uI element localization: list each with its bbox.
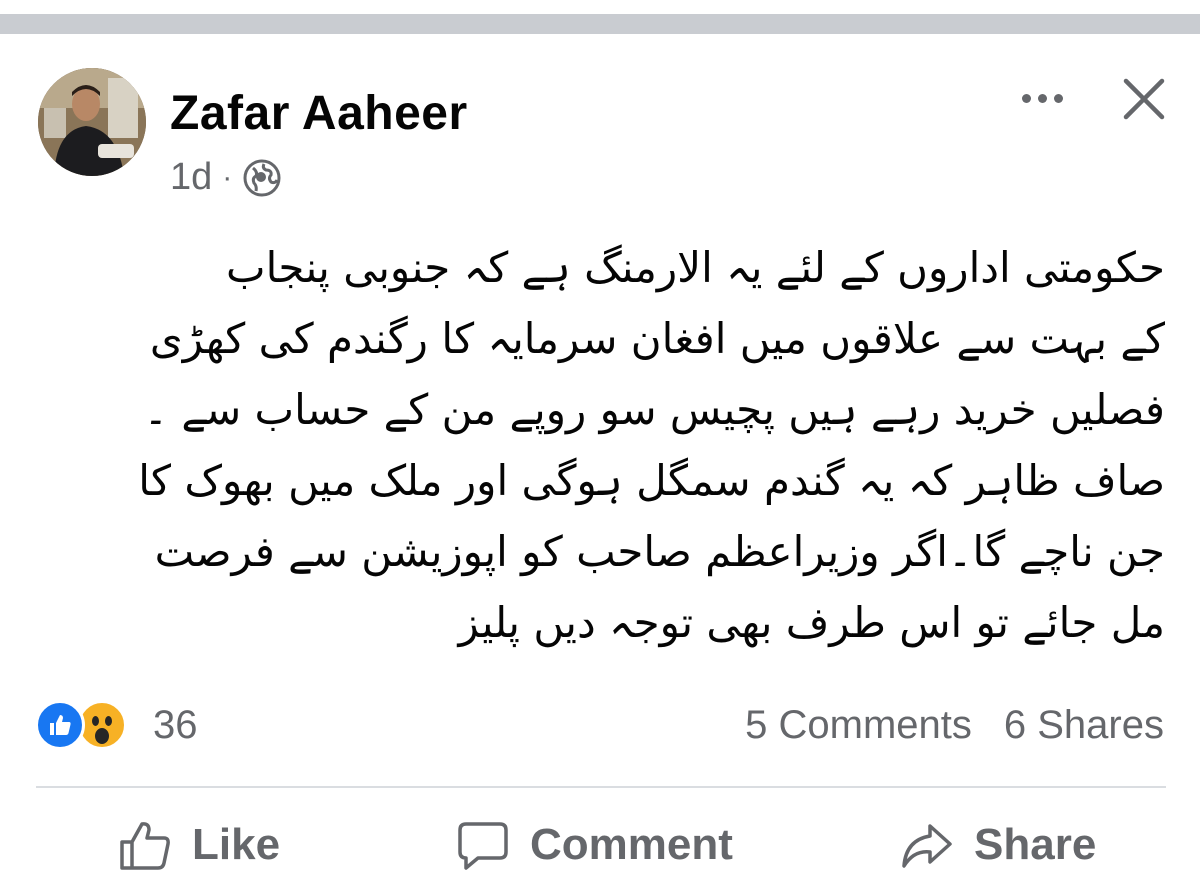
thumbs-up-icon xyxy=(50,715,71,735)
more-icon-dot xyxy=(1021,93,1031,103)
comment-button-label: Comment xyxy=(530,820,733,869)
more-options-button[interactable] xyxy=(1012,80,1072,116)
post-text-line: کے بہت سے علاقوں میں افغان سرمایہ کا رگن… xyxy=(149,314,1165,363)
globe-icon xyxy=(243,159,281,196)
post-author-name[interactable]: Zafar Aaheer xyxy=(170,86,468,141)
post-text-line: فصلیں خرید رہے ہیں پچیس سو روپے من کے حس… xyxy=(143,385,1165,434)
more-icon-dot xyxy=(1037,93,1047,103)
close-icon[interactable] xyxy=(1118,73,1170,125)
like-button-label: Like xyxy=(192,820,281,869)
post-meta: 1d · xyxy=(170,156,282,199)
comments-count-link[interactable]: 5 Comments xyxy=(745,703,972,748)
post-timestamp[interactable]: 1d xyxy=(170,156,212,199)
comment-bubble-icon xyxy=(458,822,508,870)
share-button[interactable]: Share xyxy=(900,810,1096,880)
share-button-label: Share xyxy=(974,820,1097,869)
more-icon-dot xyxy=(1053,93,1063,103)
engagement-counts: 5 Comments 6 Shares xyxy=(745,700,1164,750)
meta-separator: · xyxy=(222,160,233,194)
like-reaction-icon xyxy=(35,700,85,750)
avatar[interactable] xyxy=(38,68,146,176)
post-body-text: حکومتی اداروں کے لئے یہ الارمنگ ہے کہ جن… xyxy=(40,232,1165,658)
wow-eye xyxy=(92,716,99,726)
shares-count-link[interactable]: 6 Shares xyxy=(1004,703,1164,748)
comment-button[interactable]: Comment xyxy=(456,810,733,880)
reactions-summary[interactable]: 36 xyxy=(35,700,198,750)
wow-eye xyxy=(105,716,112,726)
feed-divider xyxy=(0,14,1200,34)
like-button[interactable]: Like xyxy=(118,810,280,880)
thumbs-up-outline-icon xyxy=(120,822,170,870)
actions-divider xyxy=(36,786,1166,788)
post-text-line: صاف ظاہر کہ یہ گندم سمگل ہوگی اور ملک می… xyxy=(138,456,1165,505)
post-text-line: مل جائے تو اس طرف بھی توجہ دیں پلیز xyxy=(458,598,1165,647)
post-action-bar: Like Comment Share xyxy=(0,810,1200,880)
post-text-line: جن ناچے گا۔اگر وزیراعظم صاحب کو اپوزیشن … xyxy=(154,527,1165,576)
avatar-image xyxy=(38,68,146,176)
post-text-line: حکومتی اداروں کے لئے یہ الارمنگ ہے کہ جن… xyxy=(226,243,1165,292)
reaction-count: 36 xyxy=(153,702,198,747)
wow-mouth xyxy=(95,728,109,744)
share-arrow-icon xyxy=(902,824,952,868)
